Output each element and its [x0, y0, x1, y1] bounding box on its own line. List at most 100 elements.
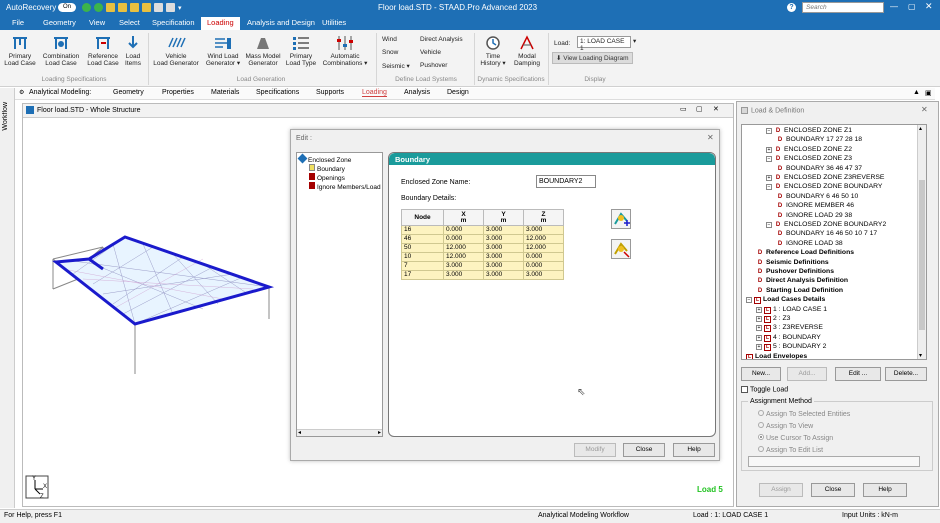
cell-y[interactable]: 3.000: [483, 234, 524, 244]
reference-load-case-button[interactable]: Reference Load Case: [86, 35, 120, 67]
tree-item[interactable]: − D ENCLOSED ZONE BOUNDARY2: [766, 221, 886, 228]
menu-file[interactable]: File: [12, 18, 24, 27]
boundary-table[interactable]: Node Xm Ym Zm 16 0.000 3.000 3.000 46 0.000 3…: [401, 209, 564, 280]
radio-assign-view[interactable]: Assign To View: [758, 422, 813, 430]
time-history-button[interactable]: Time History ▾: [478, 35, 508, 67]
tree-item[interactable]: + D ENCLOSED ZONE Z3REVERSE: [766, 174, 884, 181]
expand-icon[interactable]: +: [756, 316, 762, 322]
cell-z[interactable]: 12.000: [523, 243, 564, 253]
cell-y[interactable]: 3.000: [483, 261, 524, 271]
zone-name-field[interactable]: BOUNDARY2: [536, 175, 596, 188]
tab-properties[interactable]: Properties: [162, 89, 194, 96]
cell-x[interactable]: 3.000: [443, 261, 484, 271]
add-node-icon[interactable]: [611, 209, 631, 229]
maximize-icon[interactable]: ▢: [908, 2, 916, 11]
modify-button[interactable]: Modify: [574, 443, 616, 457]
tree-item[interactable]: − D ENCLOSED ZONE BOUNDARY: [766, 183, 882, 191]
cell-node[interactable]: 7: [401, 261, 444, 271]
new-file-icon[interactable]: [106, 3, 115, 13]
tree-item[interactable]: D Seismic Definitions: [756, 259, 829, 266]
radio-use-cursor[interactable]: Use Cursor To Assign: [758, 434, 833, 442]
radio-selected-icon[interactable]: [758, 434, 764, 440]
tab-materials[interactable]: Materials: [211, 89, 239, 96]
scrollbar-thumb[interactable]: [919, 180, 925, 330]
open-folder-icon[interactable]: [118, 3, 127, 13]
cell-y[interactable]: 3.000: [483, 252, 524, 262]
direct-analysis-button[interactable]: Direct Analysis: [420, 36, 463, 43]
cell-y[interactable]: 3.000: [483, 225, 524, 235]
cell-node[interactable]: 46: [401, 234, 444, 244]
expand-icon[interactable]: +: [756, 306, 762, 313]
search-box[interactable]: Search: [802, 2, 884, 13]
print-icon[interactable]: [166, 3, 175, 13]
radio-icon[interactable]: [758, 410, 764, 416]
toggle-load-checkbox[interactable]: Toggle Load: [741, 386, 788, 393]
tree-item[interactable]: D Pushover Definitions: [756, 268, 834, 275]
load-selector[interactable]: 1: LOAD CASE 1: [577, 36, 631, 52]
dialog-close-icon[interactable]: ✕: [707, 133, 714, 142]
tree-item[interactable]: − L Load Cases Details: [746, 296, 825, 305]
cell-node[interactable]: 50: [401, 243, 444, 253]
customize-dropdown-icon[interactable]: ▾: [178, 5, 182, 12]
wind-definition-button[interactable]: Wind: [382, 36, 397, 43]
tab-analysis[interactable]: Analysis: [404, 89, 430, 96]
tree-item[interactable]: + D ENCLOSED ZONE Z2: [766, 146, 852, 153]
cell-y[interactable]: 3.000: [483, 243, 524, 253]
scroll-up-icon[interactable]: ▴: [919, 125, 922, 132]
menu-utilities[interactable]: Utilities: [322, 18, 346, 27]
tree-item[interactable]: D BOUNDARY 6 46 50 10: [776, 193, 858, 200]
save-icon[interactable]: [154, 3, 163, 13]
undo-icon[interactable]: [82, 3, 91, 13]
folder-icon[interactable]: [142, 3, 151, 13]
dialog-help-button[interactable]: Help: [673, 443, 715, 457]
collapse-icon[interactable]: −: [766, 222, 772, 228]
menu-select[interactable]: Select: [119, 18, 140, 27]
combination-load-case-button[interactable]: Combination Load Case: [40, 35, 82, 67]
wind-load-generator-button[interactable]: Wind Load Generator ▾: [203, 35, 243, 67]
load-tree[interactable]: − D ENCLOSED ZONE Z1 D BOUNDARY 17 27 28 18 +…: [741, 124, 927, 360]
tree-horizontal-scrollbar[interactable]: ◂ ▸: [297, 429, 382, 436]
dialog-close-button[interactable]: Close: [623, 443, 665, 457]
view-loading-diagram-button[interactable]: ⬇ View Loading Diagram: [552, 52, 633, 64]
tree-item[interactable]: D IGNORE LOAD 29 38: [776, 212, 852, 219]
cell-z[interactable]: 12.000: [523, 234, 564, 244]
cell-x[interactable]: 12.000: [443, 252, 484, 262]
edit-dialog[interactable]: Edit : ✕ Enclosed Zone Boundary Openings…: [290, 129, 720, 461]
radio-icon[interactable]: [758, 422, 764, 428]
menu-analysis-design[interactable]: Analysis and Design: [247, 18, 315, 27]
tree-boundary[interactable]: Boundary: [309, 164, 345, 173]
tree-item[interactable]: D BOUNDARY 17 27 28 18: [776, 136, 862, 143]
menu-geometry[interactable]: Geometry: [43, 18, 76, 27]
autorecovery-toggle[interactable]: On: [58, 3, 77, 12]
panel-close-icon[interactable]: ✕: [921, 105, 928, 114]
scroll-left-icon[interactable]: ◂: [298, 429, 301, 436]
edit-button[interactable]: Edit ...: [835, 367, 881, 381]
tree-item[interactable]: + L 1 : LOAD CASE 1: [756, 306, 827, 314]
tree-item[interactable]: − D ENCLOSED ZONE Z3: [766, 155, 852, 163]
cell-x[interactable]: 0.000: [443, 234, 484, 244]
radio-icon[interactable]: [758, 446, 764, 452]
add-button[interactable]: Add...: [787, 367, 827, 381]
tree-item[interactable]: D BOUNDARY 36 46 47 37: [776, 165, 862, 172]
tab-loading[interactable]: Loading: [362, 89, 387, 97]
collapse-icon[interactable]: −: [766, 184, 772, 191]
scroll-right-icon[interactable]: ▸: [378, 429, 381, 436]
seismic-definition-button[interactable]: Seismic ▾: [382, 62, 410, 70]
tree-item[interactable]: + L 3 : Z3REVERSE: [756, 324, 823, 333]
cell-z[interactable]: 0.000: [523, 261, 564, 271]
tree-item[interactable]: + L 4 : BOUNDARY: [756, 334, 821, 342]
vehicle-load-generator-button[interactable]: Vehicle Load Generator: [150, 35, 202, 67]
expand-icon[interactable]: +: [756, 334, 762, 341]
cell-x[interactable]: 3.000: [443, 270, 484, 280]
tree-enclosed-zone[interactable]: Enclosed Zone: [297, 153, 351, 164]
tree-vertical-scrollbar[interactable]: ▴ ▾: [917, 125, 926, 359]
checkbox-box[interactable]: [741, 386, 748, 393]
menu-specification[interactable]: Specification: [152, 18, 195, 27]
cell-node[interactable]: 16: [401, 225, 444, 235]
tree-item[interactable]: L Load Envelopes: [746, 353, 807, 359]
load-items-button[interactable]: Load Items: [122, 35, 144, 67]
collapse-icon[interactable]: −: [746, 297, 752, 304]
expand-icon[interactable]: +: [756, 344, 762, 351]
tab-supports[interactable]: Supports: [316, 89, 344, 96]
table-row[interactable]: 16 0.000 3.000 3.000: [401, 225, 564, 235]
